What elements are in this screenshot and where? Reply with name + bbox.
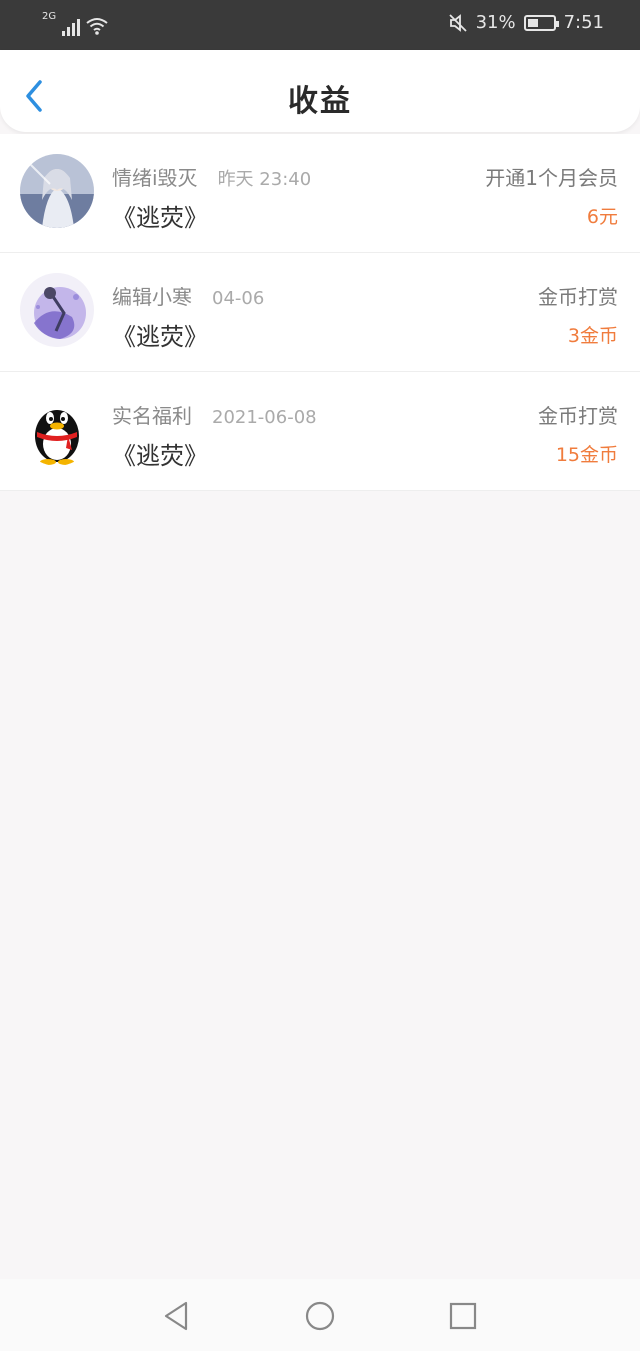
name-line: 实名福利 2021-06-08 <box>112 400 317 429</box>
back-triangle-icon[interactable] <box>160 1299 194 1333</box>
header: 收益 <box>0 50 640 132</box>
name-line: 编辑小寒 04-06 <box>112 281 264 310</box>
battery-percent: 31% <box>475 12 516 33</box>
purple-illustration-avatar <box>20 273 94 347</box>
earning-amount: 6元 <box>586 206 618 228</box>
status-time: 7:51 <box>563 12 604 33</box>
list-item[interactable]: 编辑小寒 04-06 《逃荧》 金币打赏 3金币 <box>0 253 640 372</box>
avatar <box>20 392 94 466</box>
network-type: 2G <box>42 11 57 22</box>
status-bar: 2G 31% 7:51 <box>0 0 640 50</box>
anime-portrait-avatar <box>20 154 94 228</box>
user-name: 情绪i毁灭 <box>112 166 198 190</box>
status-right: 31% 7:51 <box>448 12 604 33</box>
timestamp: 2021-06-08 <box>212 407 317 428</box>
navigation-bar <box>0 1279 640 1351</box>
signal-icon <box>62 18 81 36</box>
user-name: 实名福利 <box>112 404 192 428</box>
avatar <box>20 273 94 347</box>
earning-type: 金币打赏 <box>538 404 618 428</box>
timestamp: 昨天 23:40 <box>217 169 312 190</box>
status-left: 2G <box>42 12 108 36</box>
avatar <box>20 154 94 228</box>
list-item[interactable]: 实名福利 2021-06-08 《逃荧》 金币打赏 15金币 <box>0 372 640 491</box>
earning-type: 开通1个月会员 <box>485 166 618 190</box>
recents-square-icon[interactable] <box>446 1299 480 1333</box>
earning-amount: 3金币 <box>567 325 618 347</box>
book-title: 《逃荧》 <box>112 442 208 470</box>
book-title: 《逃荧》 <box>112 204 208 232</box>
user-name: 编辑小寒 <box>112 285 192 309</box>
book-title: 《逃荧》 <box>112 323 208 351</box>
name-line: 情绪i毁灭 昨天 23:40 <box>112 162 311 191</box>
battery-icon <box>523 14 559 31</box>
wifi-icon <box>86 18 108 35</box>
mute-icon <box>448 13 467 32</box>
list-item[interactable]: 情绪i毁灭 昨天 23:40 《逃荧》 开通1个月会员 6元 <box>0 134 640 253</box>
earnings-list: 情绪i毁灭 昨天 23:40 《逃荧》 开通1个月会员 6元 编辑小寒 04-0… <box>0 134 640 491</box>
earning-type: 金币打赏 <box>538 285 618 309</box>
earning-amount: 15金币 <box>555 444 618 466</box>
home-circle-icon[interactable] <box>303 1299 337 1333</box>
qq-penguin-avatar <box>20 392 94 466</box>
timestamp: 04-06 <box>212 288 265 309</box>
page-title: 收益 <box>288 84 352 119</box>
